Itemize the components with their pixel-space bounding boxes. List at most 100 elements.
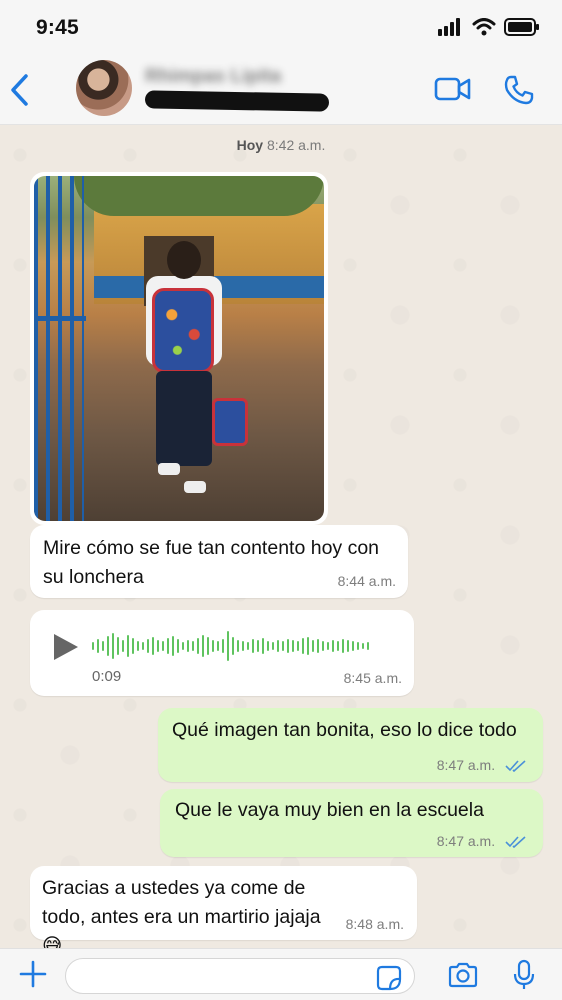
voice-waveform[interactable] <box>92 630 369 662</box>
waveform-bar <box>157 640 159 652</box>
message-time: 8:45 a.m. <box>343 670 402 686</box>
waveform-bar <box>302 638 304 654</box>
plus-icon <box>19 960 47 988</box>
chat-header: Rhimpas Lipita <box>0 54 562 125</box>
photo-lunchbox <box>212 398 248 446</box>
message-time: 8:48 a.m. <box>345 916 404 932</box>
attach-button[interactable] <box>18 959 48 994</box>
message-bubble-outgoing[interactable]: Qué imagen tan bonita, eso lo dice todo … <box>158 708 543 782</box>
waveform-bar <box>277 640 279 652</box>
message-input[interactable] <box>65 958 415 994</box>
waveform-bar <box>267 641 269 651</box>
waveform-bar <box>272 642 274 650</box>
waveform-bar <box>162 641 164 651</box>
message-text: Mire cómo se fue tan contento hoy con su… <box>43 537 380 588</box>
waveform-bar <box>202 635 204 657</box>
camera-icon <box>448 962 478 988</box>
school-photo <box>34 176 324 521</box>
contact-redaction-bar <box>144 90 330 112</box>
waveform-bar <box>312 640 314 652</box>
photo-gate <box>34 176 84 521</box>
waveform-bar <box>117 637 119 655</box>
voice-duration: 0:09 <box>92 668 122 685</box>
waveform-bar <box>137 641 139 651</box>
waveform-bar <box>192 641 194 651</box>
camera-button[interactable] <box>447 961 479 994</box>
waveform-bar <box>252 639 254 653</box>
read-receipt-icon <box>505 836 526 849</box>
message-bubble-incoming[interactable]: Gracias a ustedes ya come de todo, antes… <box>30 866 417 957</box>
photo-gate-bar <box>34 316 86 321</box>
waveform-bar <box>282 641 284 651</box>
waveform-bar <box>167 638 169 654</box>
waveform-bar <box>102 641 104 651</box>
sticker-icon <box>376 965 402 991</box>
waveform-bar <box>342 639 344 653</box>
status-bar: 9:45 <box>0 0 562 54</box>
play-button[interactable] <box>52 632 80 662</box>
microphone-button[interactable] <box>512 959 536 996</box>
waveform-bar <box>217 641 219 651</box>
waveform-bar <box>257 640 259 652</box>
message-meta: 8:47 a.m. <box>437 833 527 849</box>
message-bubble-outgoing[interactable]: Que le vaya muy bien en la escuela 8:47 … <box>160 789 543 857</box>
waveform-bar <box>197 638 199 654</box>
video-call-button[interactable] <box>434 76 472 107</box>
waveform-bar <box>247 642 249 650</box>
battery-icon <box>504 18 539 36</box>
waveform-bar <box>187 640 189 652</box>
photo-child-head <box>167 241 201 279</box>
voice-message[interactable]: 0:09 8:45 a.m. <box>30 610 414 696</box>
waveform-bar <box>152 637 154 655</box>
message-text: Que le vaya muy bien en la escuela <box>175 799 484 821</box>
signal-icon <box>438 18 460 36</box>
waveform-bar <box>327 642 329 650</box>
waveform-bar <box>367 642 369 650</box>
waveform-bar <box>227 631 229 661</box>
message-meta: 8:47 a.m. <box>437 757 527 773</box>
chevron-left-icon <box>11 74 28 106</box>
read-receipt-icon <box>505 760 526 773</box>
waveform-bar <box>222 639 224 653</box>
waveform-bar <box>347 640 349 652</box>
waveform-bar <box>307 637 309 655</box>
phone-icon <box>504 75 534 105</box>
waveform-bar <box>297 641 299 651</box>
waveform-bar <box>322 641 324 651</box>
waveform-bar <box>122 640 124 652</box>
message-time: 8:47 a.m. <box>436 833 496 849</box>
waveform-bar <box>127 635 129 657</box>
waveform-bar <box>317 639 319 653</box>
photo-backpack <box>152 288 214 373</box>
waveform-bar <box>207 637 209 655</box>
waveform-bar <box>132 638 134 654</box>
status-icons <box>438 18 540 36</box>
waveform-bar <box>357 642 359 650</box>
voice-call-button[interactable] <box>503 74 535 111</box>
date-separator: Hoy 8:42 a.m. <box>0 137 562 153</box>
sticker-button[interactable] <box>376 965 402 996</box>
waveform-bar <box>212 640 214 652</box>
waveform-bar <box>92 642 94 650</box>
image-message[interactable] <box>30 172 328 525</box>
message-input-bar <box>0 948 562 1000</box>
waveform-bar <box>97 639 99 653</box>
photo-tree <box>74 176 324 216</box>
waveform-bar <box>142 642 144 650</box>
status-time: 9:45 <box>36 16 79 39</box>
waveform-bar <box>292 640 294 652</box>
date-time: 8:42 a.m. <box>266 137 326 153</box>
microphone-icon <box>513 959 535 989</box>
contact-name[interactable]: Rhimpas Lipita <box>145 66 281 88</box>
waveform-bar <box>262 638 264 654</box>
message-bubble-incoming[interactable]: Mire cómo se fue tan contento hoy con su… <box>30 525 408 598</box>
message-time: 8:44 a.m. <box>337 573 396 589</box>
waveform-bar <box>147 639 149 653</box>
contact-avatar[interactable] <box>76 60 132 116</box>
photo-child-pants <box>156 371 212 466</box>
play-icon <box>54 634 78 660</box>
back-button[interactable] <box>6 72 34 108</box>
message-time: 8:47 a.m. <box>436 757 496 773</box>
waveform-bar <box>182 642 184 650</box>
waveform-bar <box>237 640 239 652</box>
